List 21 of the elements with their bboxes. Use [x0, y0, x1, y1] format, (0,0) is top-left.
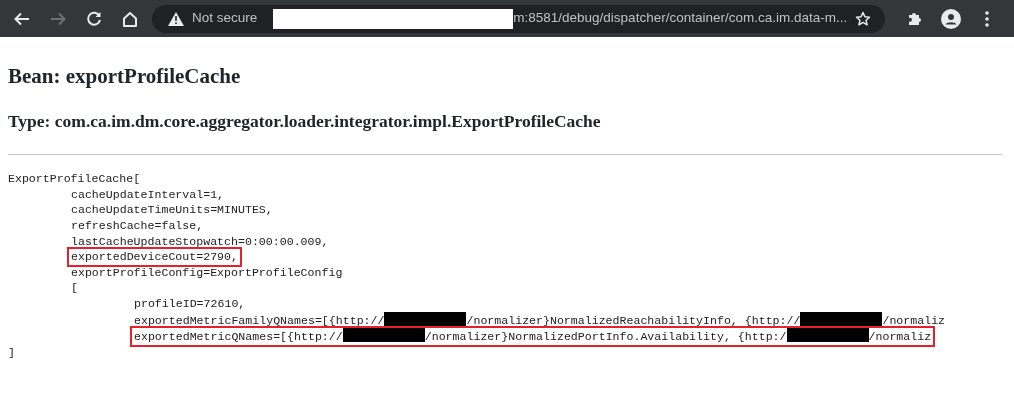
code-text: exportedMetricQNames=[{http://: [134, 330, 343, 344]
code-text: [: [71, 281, 78, 295]
code-text: /normalizer}NormalizedReachabilityInfo, {http://: [466, 313, 801, 327]
address-bar[interactable]: Not secure m:8581/debug/dispatcher/container/com.ca.im.data-m...: [152, 4, 885, 33]
code-text: cacheUpdateInterval=1,: [71, 187, 225, 201]
code-text: refreshCache=false,: [71, 218, 204, 232]
code-text: /normaliz: [882, 313, 946, 327]
url-text: m:8581/debug/dispatcher/container/com.ca.im.data-m...: [513, 9, 848, 28]
code-text: ExportProfileCache[: [8, 172, 141, 186]
code-text: /normaliz: [868, 330, 932, 344]
security-label: Not secure: [192, 9, 258, 28]
code-text: exportedMetricFamilyQNames=[{http://: [134, 313, 385, 327]
bean-title: Bean: exportProfileCache: [8, 64, 242, 90]
code-text: profileID=72610,: [134, 296, 246, 310]
type-heading: Type: com.ca.im.dm.core.aggregator.loader.integrator.impl.ExportProfileCache: [8, 111, 602, 133]
code-text: ]: [8, 345, 15, 359]
code-text: lastCacheUpdateStopwatch=0:00:00.009,: [71, 234, 329, 248]
code-text: /normalizer}NormalizedPortInfo.Availability, {http:/: [424, 330, 787, 344]
code-text: exportedDeviceCout=2790,: [71, 250, 238, 264]
code-text: exportProfileConfig=ExportProfileConfig: [71, 265, 343, 279]
code-text: cacheUpdateTimeUnits=MINUTES,: [71, 203, 273, 217]
